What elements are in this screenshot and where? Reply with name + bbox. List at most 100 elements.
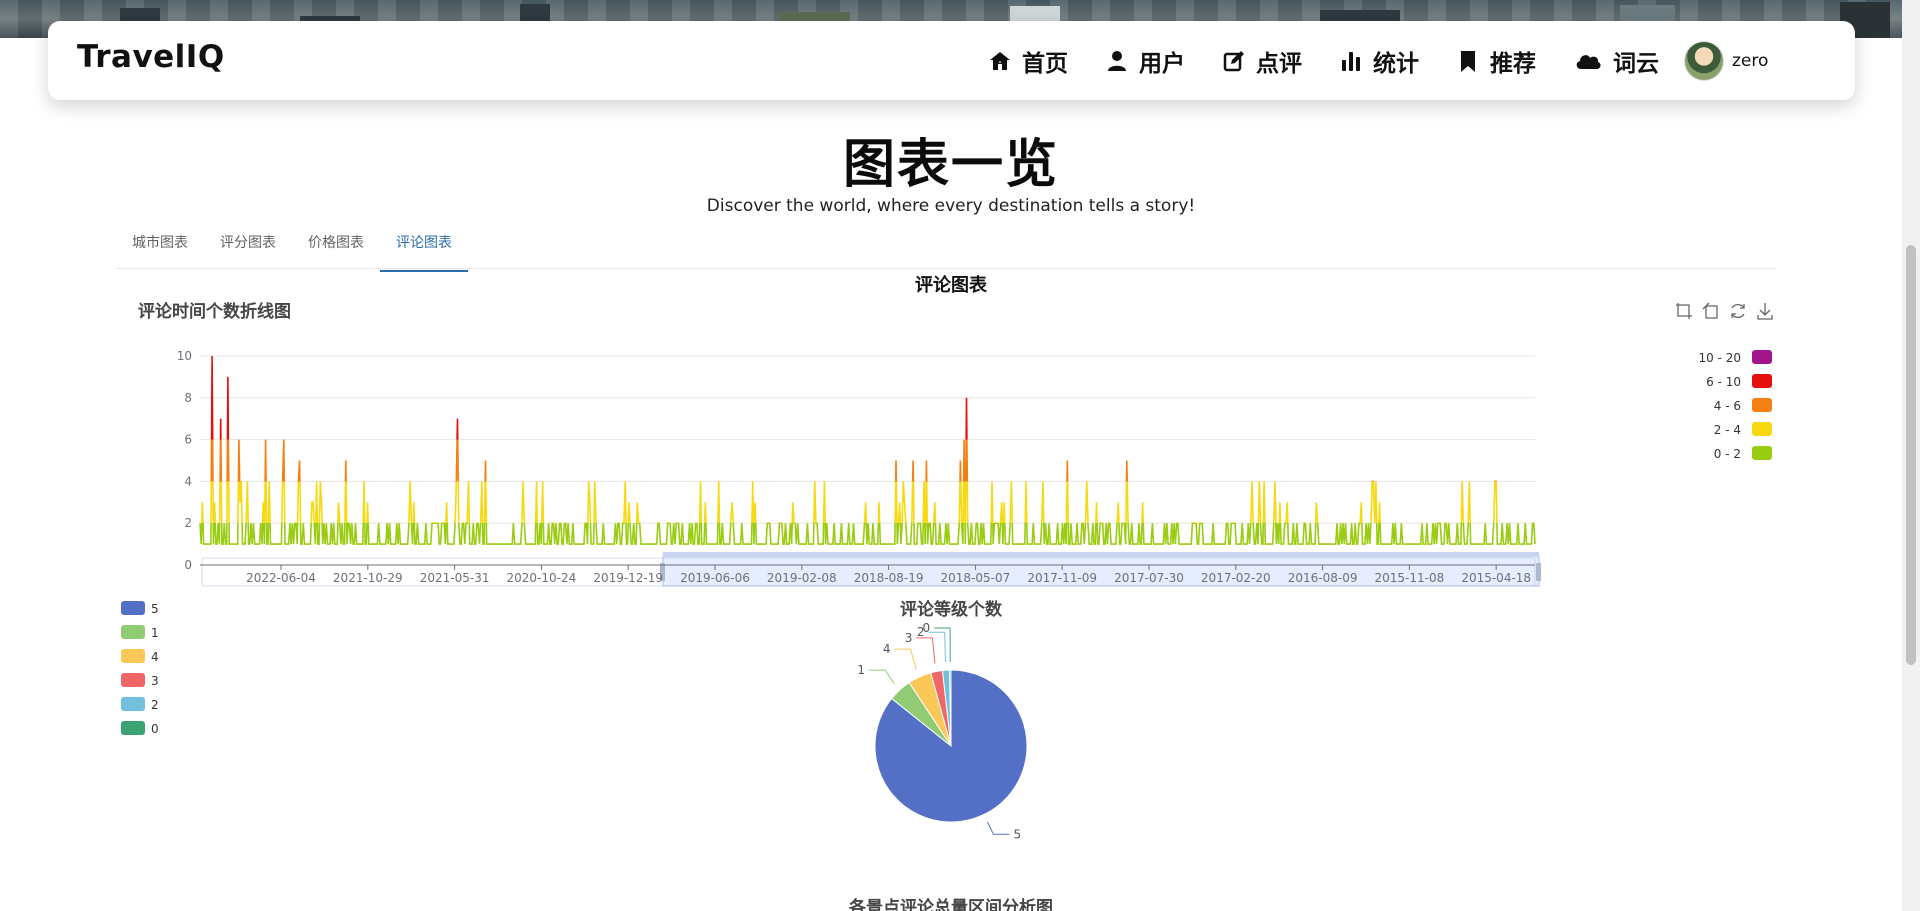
datazoom-handle-left [660, 563, 665, 581]
x-tick-label: 2017-07-30 [1114, 571, 1184, 585]
datazoom-track [201, 557, 1536, 587]
y-tick-label: 10 [177, 349, 192, 363]
line-chart-title: 评论时间个数折线图 [138, 302, 291, 322]
user-icon [1108, 50, 1126, 71]
tab-comments[interactable]: 评论图表 [380, 226, 468, 272]
visual-map-label: 2 - 4 [1714, 423, 1741, 437]
x-tick-label: 2019-12-19 [593, 571, 663, 585]
y-tick-label: 4 [184, 474, 192, 488]
pie-slice [890, 681, 952, 747]
datazoom-handle-right [1536, 563, 1541, 581]
pie-legend-swatch [121, 649, 145, 663]
tab-rating[interactable]: 评分图表 [204, 226, 292, 266]
visual-map-label: 0 - 2 [1714, 447, 1741, 461]
zoom-reset-icon[interactable] [1702, 302, 1720, 320]
pie-slice [908, 672, 952, 747]
pie-legend-label: 1 [151, 626, 159, 640]
bookmark-icon [1461, 50, 1475, 72]
pie-chart-title: 评论等级个数 [900, 599, 1003, 620]
section-title: 评论图表 [915, 275, 987, 296]
zoom-icon[interactable] [1675, 302, 1693, 320]
user-menu[interactable]: zero [1684, 40, 1768, 81]
cloud-icon [1576, 54, 1601, 69]
brand-logo[interactable]: TravelIQ [77, 39, 225, 75]
comment-count-line [199, 355, 1536, 545]
pie-legend-label: 2 [151, 698, 159, 712]
x-tick-label: 2017-11-09 [1027, 571, 1097, 585]
edit-icon [1223, 50, 1244, 71]
pie-slice [874, 669, 1028, 823]
pie-legend: 5 1 4 3 2 0 [121, 601, 159, 736]
x-tick-label: 2015-04-18 [1461, 571, 1531, 585]
pie-legend-swatch [121, 673, 145, 687]
datazoom-bar [663, 552, 1539, 557]
home-icon [990, 51, 1010, 70]
x-tick-label: 2017-02-20 [1201, 571, 1271, 585]
tab-city[interactable]: 城市图表 [116, 226, 204, 266]
x-tick-label: 2021-10-29 [333, 571, 403, 585]
x-tick-label: 2018-08-19 [854, 571, 924, 585]
pie-chart: 5 1 43 20 [857, 621, 1028, 841]
visual-map-label: 4 - 6 [1714, 399, 1741, 413]
bar-chart-title: 各景点评论总量区间分析图 [848, 897, 1053, 911]
pie-slice [949, 669, 952, 747]
nav-stats[interactable]: 统计 [1339, 44, 1419, 78]
pie-slice-label: 1 [857, 663, 865, 677]
x-tick-label: 2018-05-07 [941, 571, 1011, 585]
y-tick-label: 0 [184, 558, 192, 572]
restore-icon[interactable] [1729, 302, 1747, 320]
x-tick-label: 2020-10-24 [507, 571, 577, 585]
pie-label-line [894, 648, 917, 670]
visual-map-legend: 10 - 20 6 - 10 4 - 6 2 - 4 0 - 2 [1699, 350, 1772, 461]
y-tick-label: 8 [184, 391, 192, 405]
pie-legend-swatch [121, 697, 145, 711]
pie-slice-label: 5 [1013, 827, 1021, 841]
line-chart-x-axis: 2022-06-04 2021-10-29 2021-05-31 2020-10-24… [200, 564, 1535, 585]
pie-slice [930, 669, 952, 747]
pie-label-line [916, 637, 936, 664]
nav-wordcloud[interactable]: 词云 [1573, 44, 1659, 78]
y-tick-label: 6 [184, 433, 192, 447]
visual-map-swatch [1752, 422, 1772, 436]
nav-review[interactable]: 点评 [1222, 44, 1302, 78]
pie-label-line [869, 669, 895, 685]
nav-user[interactable]: 用户 [1105, 44, 1185, 78]
nav-review-label: 点评 [1256, 50, 1302, 77]
chart-toolbox [1675, 302, 1783, 320]
pie-legend-swatch [121, 625, 145, 639]
x-tick-label: 2015-11-08 [1375, 571, 1445, 585]
tab-price[interactable]: 价格图表 [292, 226, 380, 266]
download-icon[interactable] [1756, 302, 1774, 320]
bar-chart-icon [1342, 51, 1360, 71]
pie-legend-swatch [121, 601, 145, 615]
tabs-divider [116, 268, 1776, 269]
nav-recommend-label: 推荐 [1490, 50, 1536, 77]
visual-map-swatch [1752, 374, 1772, 388]
page-scrollbar[interactable] [1902, 0, 1920, 911]
avatar[interactable] [1684, 40, 1724, 81]
x-tick-label: 2016-08-09 [1288, 571, 1358, 585]
line-chart-grid [200, 355, 1535, 566]
pie-legend-label: 5 [151, 602, 159, 616]
datazoom-slider [201, 552, 1541, 587]
pie-label-line [928, 631, 946, 663]
visual-map-label: 10 - 20 [1699, 351, 1742, 365]
nav-wordcloud-label: 词云 [1613, 50, 1659, 77]
pie-legend-label: 4 [151, 650, 159, 664]
nav-home-label: 首页 [1022, 50, 1068, 77]
main-nav: 首页 用户 点评 统计 推荐 词云 zero [988, 21, 1768, 100]
scrollbar-thumb[interactable] [1906, 245, 1916, 665]
pie-slice-label: 0 [922, 621, 930, 635]
nav-user-label: 用户 [1139, 50, 1185, 77]
visual-map-swatch [1752, 350, 1772, 364]
pie-label-line [934, 627, 951, 663]
chart-tabs: 城市图表 评分图表 价格图表 评论图表 [116, 226, 468, 272]
x-tick-label: 2019-06-06 [680, 571, 750, 585]
pie-legend-label: 0 [151, 722, 159, 736]
x-tick-label: 2019-02-08 [767, 571, 837, 585]
nav-stats-label: 统计 [1373, 50, 1419, 77]
nav-recommend[interactable]: 推荐 [1456, 44, 1536, 78]
nav-home[interactable]: 首页 [988, 44, 1068, 78]
pie-label-line [986, 821, 1010, 835]
pie-legend-label: 3 [151, 674, 159, 688]
